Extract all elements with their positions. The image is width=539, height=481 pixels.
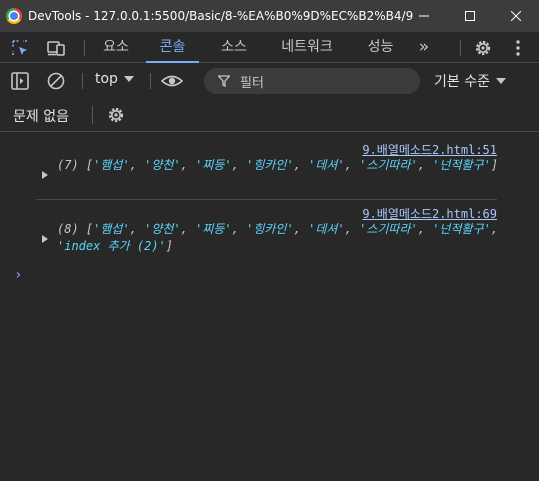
maximize-button[interactable] — [447, 0, 493, 32]
console-settings-button[interactable] — [106, 105, 126, 125]
message-divider — [36, 199, 497, 200]
log-level-selector[interactable]: 기본 수준 — [434, 71, 506, 91]
devtools-tabbar: 요소 콘솔 소스 네트워크 성능 » — [0, 32, 539, 63]
minimize-button[interactable] — [401, 0, 447, 32]
array-item: '힝카인' — [246, 158, 294, 172]
console-prompt[interactable]: › — [14, 267, 22, 283]
toolbar-divider — [82, 73, 83, 89]
sidebar-toggle-icon — [11, 72, 29, 90]
array-count: (7) — [57, 158, 79, 172]
toolbar-divider — [84, 40, 85, 56]
expand-triangle-icon[interactable] — [42, 171, 48, 179]
array-item: '찌등' — [195, 158, 232, 172]
window-controls — [401, 0, 539, 32]
clear-console-icon — [47, 72, 65, 90]
inspect-element-button[interactable] — [10, 38, 30, 58]
message-source-link[interactable]: 9.배열메소드2.html:51 — [362, 141, 497, 158]
toolbar-divider — [150, 73, 151, 89]
array-item: '넌적활구' — [432, 158, 491, 172]
eye-icon — [160, 75, 184, 87]
array-item: 'index 추가 (2)' — [57, 239, 166, 253]
customize-menu-button[interactable] — [508, 38, 528, 58]
message-source-link[interactable]: 9.배열메소드2.html:69 — [362, 205, 497, 222]
more-tabs-button[interactable]: » — [410, 32, 438, 63]
issues-bar: 문제 없음 — [0, 98, 539, 132]
array-item: '찌등' — [195, 222, 232, 236]
filter-input[interactable]: 필터 — [204, 68, 420, 94]
close-icon — [511, 11, 521, 21]
array-count: (8) — [57, 222, 79, 236]
array-item: '힝카인' — [246, 222, 294, 236]
tab-sources[interactable]: 소스 — [208, 32, 260, 63]
sidebar-toggle-button[interactable] — [10, 71, 30, 91]
console-output: 9.배열메소드2.html:51 (7) ['햄섭', '양천', '찌등', … — [0, 133, 539, 481]
window-titlebar: DevTools - 127.0.0.1:5500/Basic/8-%EA%B0… — [0, 0, 539, 32]
chevron-down-icon — [495, 78, 506, 84]
tab-performance[interactable]: 성능 — [353, 32, 408, 63]
window-title: DevTools - 127.0.0.1:5500/Basic/8-%EA%B0… — [28, 9, 413, 23]
device-toggle-icon — [47, 41, 65, 56]
tab-network[interactable]: 네트워크 — [268, 32, 346, 63]
gear-icon — [475, 40, 491, 56]
chrome-logo-icon — [6, 8, 22, 24]
log-array[interactable]: (7) ['햄섭', '양천', '찌등', '힝카인', '데셔', '스기따… — [57, 157, 507, 174]
issues-label[interactable]: 문제 없음 — [13, 106, 69, 126]
tab-console[interactable]: 콘솔 — [146, 32, 199, 63]
close-button[interactable] — [493, 0, 539, 32]
clear-console-button[interactable] — [46, 71, 66, 91]
array-item: '스기따라' — [359, 222, 418, 236]
maximize-icon — [465, 11, 475, 21]
inspect-element-icon — [12, 40, 27, 55]
chevron-down-icon — [123, 76, 134, 82]
context-selector[interactable]: top — [95, 71, 134, 87]
toolbar-divider — [460, 40, 461, 56]
settings-button[interactable] — [473, 38, 493, 58]
array-item: '데셔' — [308, 158, 345, 172]
array-item: '넌적활구' — [432, 222, 491, 236]
array-item: '양천' — [144, 158, 181, 172]
array-item: '데셔' — [308, 222, 345, 236]
device-toolbar-button[interactable] — [46, 38, 66, 58]
filter-icon — [218, 75, 230, 87]
log-array[interactable]: (8) ['햄섭', '양천', '찌등', '힝카인', '데셔', '스기따… — [57, 221, 507, 255]
array-item: '스기따라' — [359, 158, 418, 172]
live-expression-button[interactable] — [160, 71, 184, 91]
gear-icon — [108, 107, 124, 123]
log-level-label: 기본 수준 — [434, 74, 490, 90]
toolbar-divider — [92, 106, 93, 124]
array-item: '양천' — [144, 222, 181, 236]
minimize-icon — [419, 15, 429, 17]
filter-placeholder: 필터 — [240, 75, 264, 91]
tab-elements[interactable]: 요소 — [93, 32, 139, 63]
array-item: '햄섭' — [93, 158, 130, 172]
array-item: '햄섭' — [93, 222, 130, 236]
more-vertical-icon — [516, 40, 520, 56]
context-label: top — [95, 71, 118, 87]
expand-triangle-icon[interactable] — [42, 235, 48, 243]
